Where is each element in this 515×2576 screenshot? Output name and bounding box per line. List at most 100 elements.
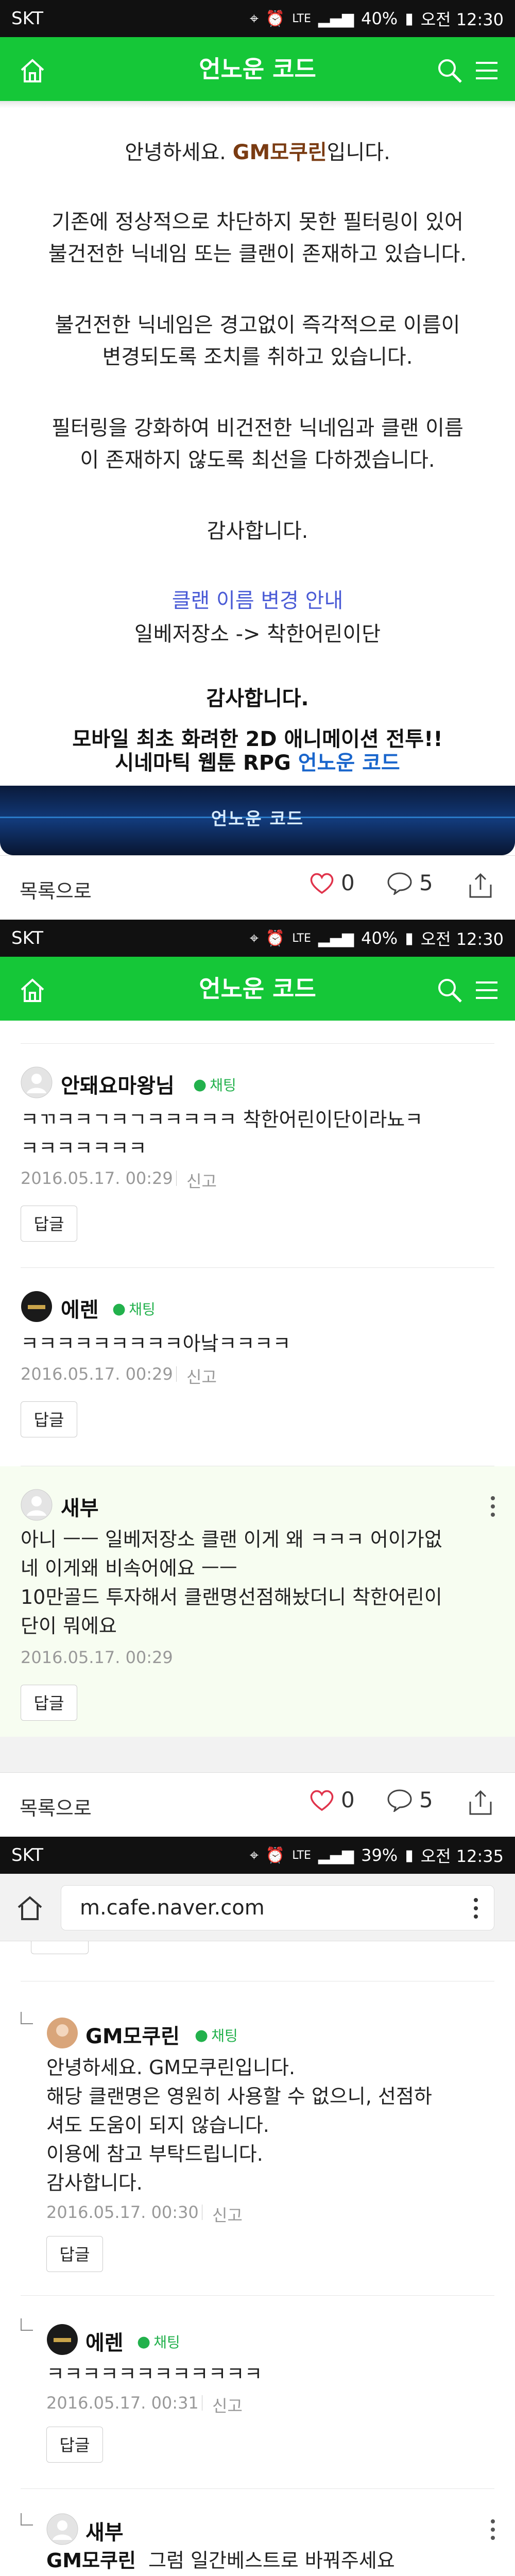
reply-nickname[interactable]: 에렌 bbox=[85, 2326, 124, 2356]
mention-tag[interactable]: GM모쿠린 bbox=[46, 2549, 136, 2572]
comment-nickname[interactable]: 안돼요마왕님 bbox=[61, 1069, 175, 1099]
time-label: 오전 12:30 bbox=[420, 929, 504, 949]
comment-nickname[interactable]: 새부 bbox=[61, 1492, 99, 1521]
browser-url-bar: m.cafe.naver.com bbox=[0, 1874, 515, 1941]
search-icon[interactable] bbox=[436, 57, 464, 84]
comment-text-line2: 네 이게왜 비속어에요 ㅡㅡ bbox=[21, 1557, 237, 1580]
chat-label: 채팅 bbox=[129, 1301, 156, 1318]
game-banner[interactable]: 언노운 코드 bbox=[0, 786, 515, 855]
location-icon: ⌖ bbox=[250, 1846, 259, 1865]
back-to-list-button[interactable]: 목록으로 bbox=[20, 1792, 92, 1821]
battery-label: 40% bbox=[361, 9, 398, 28]
section-gap bbox=[0, 1737, 515, 1773]
post-para3-line1: 필터링을 강화하여 비건전한 닉네임과 클랜 이름 bbox=[52, 416, 464, 440]
post-para1-line1: 기존에 정상적으로 차단하지 못한 필터링이 있어 bbox=[52, 210, 464, 234]
address-field[interactable]: m.cafe.naver.com bbox=[61, 1885, 494, 1930]
location-icon: ⌖ bbox=[250, 929, 259, 947]
status-bar: SKT ⌖ ⏰ LTE ▂▄▆ 40% ▮ 오전 12:30 bbox=[0, 920, 515, 957]
report-link[interactable]: 신고 bbox=[212, 2393, 243, 2417]
comment-date: 2016.05.17. 00:29 bbox=[21, 1648, 173, 1667]
report-link[interactable]: 신고 bbox=[186, 1364, 217, 1388]
post-para2-line1: 불건전한 닉네임은 경고없이 즉각적으로 이름이 bbox=[55, 313, 460, 337]
network-label: LTE bbox=[292, 931, 311, 945]
alarm-icon: ⏰ bbox=[265, 929, 285, 947]
like-button[interactable]: 0 bbox=[309, 870, 355, 895]
chat-bubble-icon: ● bbox=[137, 2332, 151, 2351]
reply-button-cut bbox=[31, 1941, 89, 1954]
chat-button[interactable]: ● 채팅 bbox=[112, 1298, 156, 1319]
comment-nickname[interactable]: 에렌 bbox=[61, 1293, 99, 1323]
app-bar: 언노운 코드 bbox=[0, 37, 515, 101]
meta-separator bbox=[176, 1171, 177, 1186]
search-icon[interactable] bbox=[436, 976, 464, 1004]
report-link[interactable]: 신고 bbox=[212, 2202, 243, 2226]
menu-icon[interactable] bbox=[473, 57, 501, 84]
network-label: LTE bbox=[292, 1849, 311, 1862]
comment-text-line1: 아니 ㅡㅡ 일베저장소 클랜 이게 왜 ㅋㅋㅋ 어이가없 bbox=[21, 1528, 442, 1551]
clan-notice-title: 클랜 이름 변경 안내 bbox=[171, 589, 344, 613]
avatar bbox=[47, 2324, 78, 2355]
battery-label: 39% bbox=[361, 1845, 398, 1865]
comment-text-line2: ㅋㅋㅋㅋㅋㅋㅋ bbox=[21, 1137, 147, 1160]
divider bbox=[21, 1043, 494, 1044]
reply-text-line4: 이용에 참고 부탁드립니다. bbox=[46, 2143, 263, 2165]
chat-bubble-icon: ● bbox=[112, 1299, 126, 1318]
reply-nickname[interactable]: 새부 bbox=[85, 2516, 124, 2546]
reply-text-line1: GM모쿠린 그럼 일간베스트로 바꿔주세요 bbox=[46, 2546, 395, 2575]
greeting-brand: GM모쿠린 bbox=[232, 141, 327, 164]
comment-button[interactable]: 5 bbox=[386, 1787, 433, 1812]
like-count: 0 bbox=[341, 870, 355, 895]
divider bbox=[21, 2295, 494, 2296]
home-icon[interactable] bbox=[15, 1893, 44, 1922]
chat-button[interactable]: ● 채팅 bbox=[193, 1074, 236, 1095]
reply-date: 2016.05.17. 00:31 bbox=[46, 2393, 199, 2413]
reply-button[interactable]: 답글 bbox=[46, 2236, 103, 2272]
more-options-icon[interactable] bbox=[490, 2518, 495, 2541]
url-text: m.cafe.naver.com bbox=[80, 1896, 265, 1920]
like-count: 0 bbox=[341, 1787, 355, 1812]
signal-icon: ▂▄▆ bbox=[318, 1846, 354, 1865]
reply-text-line1: ㅋㅋㅋㅋㅋㅋㅋㅋㅋㅋㅋㅋ bbox=[46, 2363, 263, 2385]
reply-text-line1: 안녕하세요. GM모쿠린입니다. bbox=[46, 2056, 296, 2079]
chat-label: 채팅 bbox=[153, 2334, 180, 2351]
comment-count: 5 bbox=[419, 1787, 433, 1812]
report-link[interactable]: 신고 bbox=[186, 1168, 217, 1192]
carrier-label: SKT bbox=[11, 928, 44, 948]
battery-icon: ▮ bbox=[405, 929, 414, 947]
reply-button[interactable]: 답글 bbox=[21, 1401, 77, 1437]
location-icon: ⌖ bbox=[250, 9, 259, 28]
reply-button[interactable]: 답글 bbox=[21, 1685, 77, 1721]
time-label: 오전 12:30 bbox=[420, 10, 504, 29]
reply-button[interactable]: 답글 bbox=[46, 2427, 103, 2463]
comment-text-line1: ㅋㅋㅋㅋㅋㅋㅋㅋㅋ아낰ㅋㅋㅋㅋ bbox=[21, 1332, 291, 1355]
share-icon[interactable] bbox=[466, 1788, 495, 1817]
battery-icon: ▮ bbox=[405, 9, 414, 28]
more-options-icon[interactable] bbox=[473, 1897, 478, 1920]
share-icon[interactable] bbox=[466, 871, 495, 900]
promo-line2-prefix: 시네마틱 웹툰 RPG bbox=[115, 751, 298, 775]
more-options-icon[interactable] bbox=[490, 1495, 495, 1518]
reply-button[interactable]: 답글 bbox=[21, 1206, 77, 1242]
promo-line1: 모바일 최초 화려한 2D 애니메이션 전투!! bbox=[72, 727, 443, 751]
comment-date: 2016.05.17. 00:29 bbox=[21, 1168, 173, 1188]
comment-button[interactable]: 5 bbox=[386, 870, 433, 895]
reply-nickname[interactable]: GM모쿠린 bbox=[85, 2020, 180, 2049]
chat-bubble-icon: ● bbox=[195, 2026, 209, 2044]
like-button[interactable]: 0 bbox=[309, 1787, 355, 1812]
avatar bbox=[47, 2018, 78, 2048]
alarm-icon: ⏰ bbox=[265, 1846, 285, 1865]
chat-button[interactable]: ● 채팅 bbox=[195, 2025, 238, 2045]
chat-bubble-icon: ● bbox=[193, 1075, 207, 1094]
reply-indent-icon bbox=[21, 2513, 33, 2526]
carrier-label: SKT bbox=[11, 1845, 44, 1866]
app-bar: 언노운 코드 bbox=[0, 957, 515, 1021]
comment-text-line1: ㅋㄲㅋㅋㄱㅋㄱㅋㅋㅋㅋㅋ 착한어린이단이라뇨ㅋ bbox=[21, 1108, 423, 1131]
chat-button[interactable]: ● 채팅 bbox=[137, 2331, 180, 2352]
promo-line2: 시네마틱 웹툰 RPG 언노운 코드 bbox=[0, 751, 515, 775]
avatar bbox=[46, 2513, 78, 2545]
post-thanks: 감사합니다. bbox=[207, 519, 308, 543]
back-to-list-button[interactable]: 목록으로 bbox=[20, 875, 92, 904]
menu-icon[interactable] bbox=[473, 976, 501, 1004]
promo-game-link[interactable]: 언노운 코드 bbox=[298, 751, 400, 775]
greeting-prefix: 안녕하세요. bbox=[125, 141, 233, 164]
